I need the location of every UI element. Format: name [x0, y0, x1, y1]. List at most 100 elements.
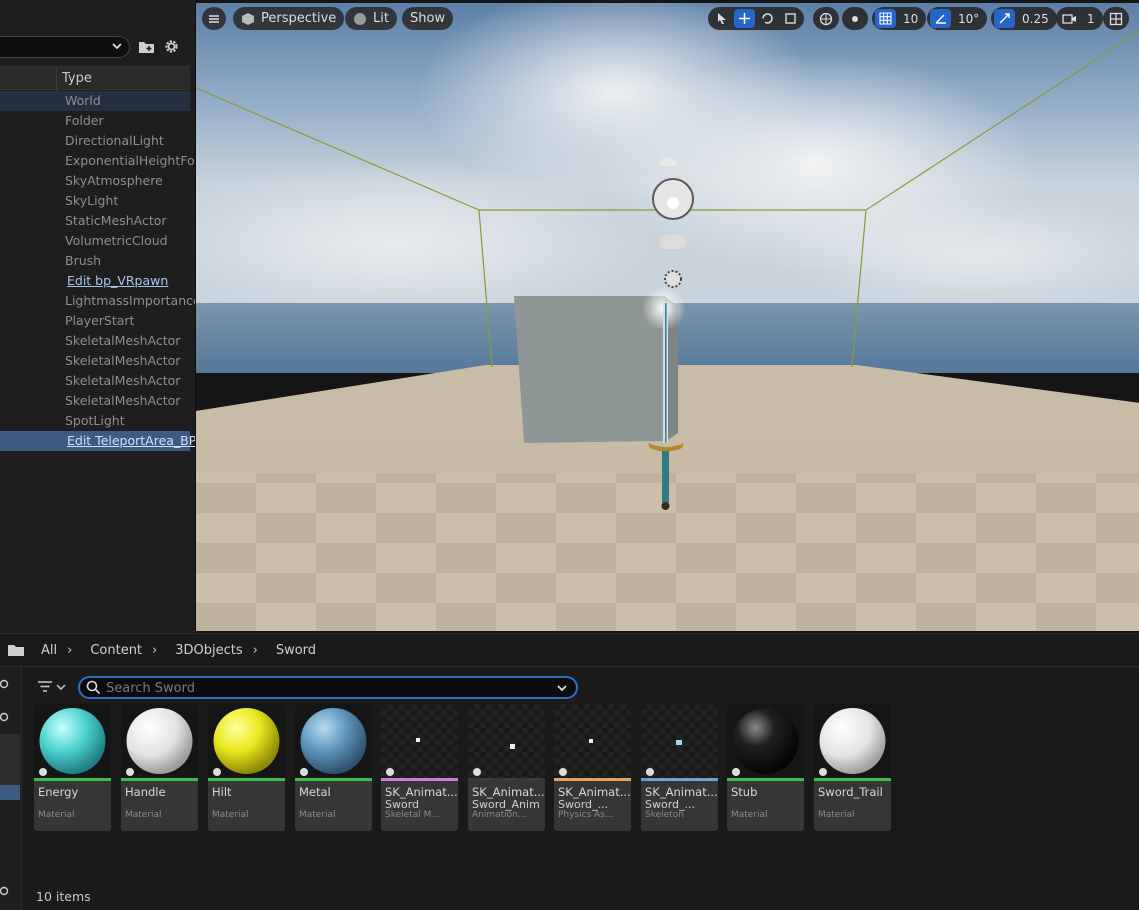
asset-type-strip	[121, 778, 198, 781]
edit-bp-vrpawn-link[interactable]: Edit bp_VRpawn	[67, 273, 168, 288]
search-icon	[86, 680, 101, 695]
asset-search-box[interactable]	[78, 676, 578, 699]
content-browser: All › Content › 3DObjects › Sword Search…	[0, 633, 1139, 910]
outliner-row[interactable]: SkeletalMeshActor	[0, 371, 190, 391]
search-icon[interactable]	[0, 679, 12, 691]
outliner-row[interactable]: SkyLight	[0, 191, 190, 211]
asset-tile-physics-asset[interactable]: SK_Animat... Sword_... Physics As...	[554, 704, 631, 831]
asset-tile-skeletal-mesh[interactable]: SK_Animat... Sword Skeletal M...	[381, 704, 458, 831]
asset-tile-animation[interactable]: SK_Animat... Sword_Anim Animation...	[468, 704, 545, 831]
outliner-row[interactable]: Edit TeleportArea_BP	[0, 431, 196, 451]
world-outliner: Type World Folder DirectionalLight Expon…	[0, 0, 203, 633]
rotate-tool-button[interactable]	[757, 9, 778, 28]
scale-snap-button[interactable]	[994, 9, 1015, 28]
rotation-snap-group: 10°	[927, 7, 988, 30]
chevron-down-icon	[112, 43, 122, 50]
gear-icon[interactable]	[163, 38, 180, 55]
search-input[interactable]	[106, 679, 546, 697]
search-icon[interactable]	[0, 886, 12, 898]
select-tool-button[interactable]	[711, 9, 732, 28]
show-button[interactable]: Show	[402, 7, 454, 30]
breadcrumb: All › Content › 3DObjects › Sword	[0, 633, 1139, 667]
outliner-column-header: Type	[0, 66, 190, 91]
rotate-icon	[762, 13, 773, 24]
outliner-rows: World Folder DirectionalLight Exponentia…	[0, 91, 203, 451]
chevron-down-icon[interactable]	[556, 682, 568, 694]
camera-speed-value[interactable]: 1	[1082, 12, 1100, 26]
filter-icon	[38, 681, 66, 692]
asset-tile-sword-trail[interactable]: Sword_Trail Material	[814, 704, 891, 831]
rotation-snap-value[interactable]: 10°	[953, 12, 984, 26]
folder-icon[interactable]	[7, 643, 25, 657]
surface-snap-icon[interactable]	[845, 9, 865, 28]
outliner-row[interactable]: VolumetricCloud	[0, 231, 190, 251]
outliner-row[interactable]: SkeletalMeshActor	[0, 331, 190, 351]
scale-snap-value[interactable]: 0.25	[1017, 12, 1054, 26]
asset-tile-stub[interactable]: Stub Material	[727, 704, 804, 831]
filter-button[interactable]	[36, 678, 70, 696]
scale-icon	[785, 13, 796, 24]
camera-speed-group: 1	[1056, 7, 1103, 30]
item-count: 10 items	[36, 889, 91, 904]
outliner-row[interactable]: LightmassImportance	[0, 291, 201, 311]
asset-type-strip	[727, 778, 804, 781]
rotation-snap-button[interactable]	[930, 9, 951, 28]
asset-icon	[473, 768, 481, 776]
material-icon	[126, 768, 134, 776]
globe-icon[interactable]	[816, 9, 836, 28]
outliner-row[interactable]: StaticMeshActor	[0, 211, 190, 231]
outliner-row[interactable]: SkeletalMeshActor	[0, 351, 190, 371]
asset-tile-metal[interactable]: Metal Material	[295, 704, 372, 831]
asset-tile-skeleton[interactable]: SK_Animat... Sword_... Skeleton	[641, 704, 718, 831]
outliner-row[interactable]: Folder	[0, 111, 190, 131]
lit-button[interactable]: Lit	[345, 7, 397, 30]
breadcrumb-3dobjects[interactable]: 3DObjects	[175, 643, 242, 658]
grid-snap-value[interactable]: 10	[898, 12, 923, 26]
asset-type-strip	[381, 778, 458, 781]
world-local-toggle	[813, 7, 839, 30]
hamburger-icon	[209, 14, 219, 23]
edit-teleportarea-bp-link[interactable]: Edit TeleportArea_BP	[67, 433, 196, 448]
asset-tile-energy[interactable]: Energy Material	[34, 704, 111, 831]
asset-icon	[386, 768, 394, 776]
type-column-header[interactable]: Type	[62, 71, 92, 86]
layout-icon[interactable]	[1106, 9, 1126, 28]
add-folder-icon[interactable]	[138, 38, 155, 55]
editor-window: Type World Folder DirectionalLight Expon…	[0, 0, 1139, 910]
chevron-right-icon[interactable]: ›	[253, 643, 258, 658]
asset-icon	[646, 768, 654, 776]
surface-snap-toggle	[842, 7, 868, 30]
perspective-button[interactable]: Perspective	[233, 7, 345, 30]
level-viewport[interactable]: Perspective Lit Show 10 10° 0.25 1	[195, 3, 1139, 631]
outliner-row[interactable]: PlayerStart	[0, 311, 190, 331]
outliner-row[interactable]: Edit bp_VRpawn	[0, 271, 190, 291]
outliner-row[interactable]: ExponentialHeightFog	[0, 151, 203, 171]
chevron-right-icon[interactable]: ›	[152, 643, 157, 658]
outliner-row[interactable]: SkyAtmosphere	[0, 171, 190, 191]
outliner-row[interactable]: Brush	[0, 251, 190, 271]
camera-icon[interactable]	[1059, 9, 1080, 28]
outliner-row[interactable]: World	[0, 91, 190, 111]
breadcrumb-content[interactable]: Content	[90, 643, 142, 658]
viewport-options-button[interactable]	[202, 7, 226, 30]
material-icon	[213, 768, 221, 776]
translate-tool-button[interactable]	[734, 9, 755, 28]
outliner-search-dropdown[interactable]	[0, 36, 130, 58]
breadcrumb-sword[interactable]: Sword	[276, 643, 316, 658]
search-icon[interactable]	[0, 712, 12, 724]
outliner-row[interactable]: SkeletalMeshActor	[0, 391, 190, 411]
breadcrumb-all[interactable]: All	[41, 643, 57, 658]
asset-tile-hilt[interactable]: Hilt Material	[208, 704, 285, 831]
outliner-row[interactable]: DirectionalLight	[0, 131, 190, 151]
outliner-row[interactable]: SpotLight	[0, 411, 190, 431]
sources-panel-collapsed	[0, 668, 22, 910]
asset-icon	[559, 768, 567, 776]
chevron-right-icon[interactable]: ›	[67, 643, 72, 658]
angle-icon	[935, 14, 946, 24]
grid-snap-button[interactable]	[875, 9, 896, 28]
grid-icon	[879, 12, 892, 25]
cursor-icon	[717, 13, 726, 24]
scale-tool-button[interactable]	[780, 9, 801, 28]
asset-tile-handle[interactable]: Handle Material	[121, 704, 198, 831]
asset-type-strip	[34, 778, 111, 781]
